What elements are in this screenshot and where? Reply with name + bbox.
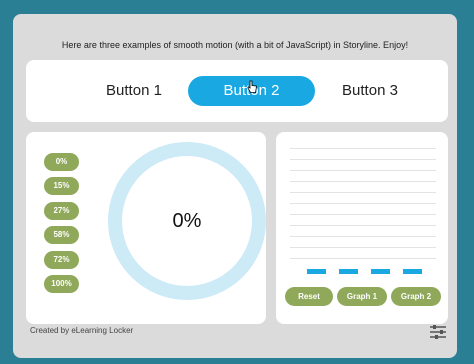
graph-2-button[interactable]: Graph 2 — [391, 287, 441, 306]
percent-button-100[interactable]: 100% — [44, 275, 79, 293]
grid-line — [290, 225, 436, 226]
button-1[interactable]: Button 1 — [79, 76, 189, 106]
sliders-icon[interactable] — [429, 324, 447, 340]
graph-bar — [307, 269, 326, 274]
graph-1-button[interactable]: Graph 1 — [337, 287, 387, 306]
hand-pointer-icon — [247, 80, 257, 93]
button-3[interactable]: Button 3 — [315, 76, 425, 106]
percent-button-27[interactable]: 27% — [44, 202, 79, 220]
grid-line — [290, 203, 436, 204]
grid-line — [290, 181, 436, 182]
percent-button-58[interactable]: 58% — [44, 226, 79, 244]
grid-line — [290, 214, 436, 215]
progress-ring-label: 0% — [172, 210, 202, 232]
graph-bar — [371, 269, 390, 274]
reset-button[interactable]: Reset — [285, 287, 333, 306]
graph-bar — [339, 269, 358, 274]
grid-line — [290, 159, 436, 160]
graph-panel: Reset Graph 1 Graph 2 — [276, 132, 448, 324]
grid-line — [290, 148, 436, 149]
grid-line — [290, 258, 436, 259]
tab-bar: Button 1 Button 2 Button 3 — [26, 60, 448, 122]
grid-line — [290, 192, 436, 193]
graph-bar — [403, 269, 422, 274]
percent-button-0[interactable]: 0% — [44, 153, 79, 171]
intro-text: Here are three examples of smooth motion… — [61, 40, 409, 50]
grid-line — [290, 236, 436, 237]
progress-panel: 0% 15% 27% 58% 72% 100% 0% — [26, 132, 266, 324]
course-stage: Here are three examples of smooth motion… — [13, 14, 457, 358]
percent-button-72[interactable]: 72% — [44, 251, 79, 269]
grid-line — [290, 170, 436, 171]
grid-line — [290, 247, 436, 248]
credit-text: Created by eLearning Locker — [30, 326, 134, 335]
percent-button-15[interactable]: 15% — [44, 177, 79, 195]
